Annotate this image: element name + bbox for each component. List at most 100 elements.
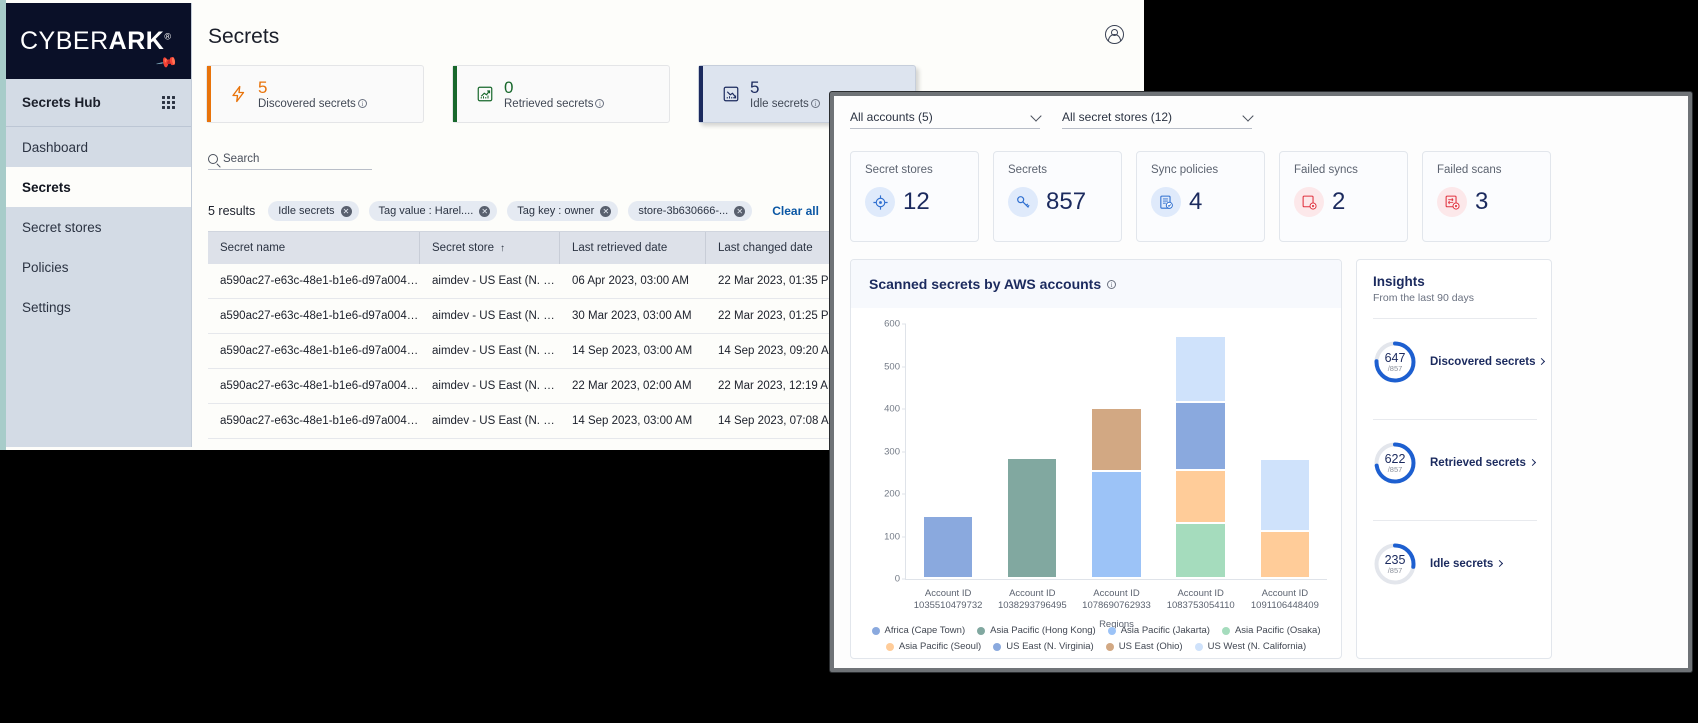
table-row[interactable]: a590ac27-e63c-48e1-b1e6-d97a004eb...aimd… <box>208 264 928 299</box>
cell-last-retrieved: 14 Sep 2023, 03:00 AM <box>560 415 706 427</box>
insight-item[interactable]: 622/857Retrieved secrets <box>1373 420 1551 506</box>
insight-item[interactable]: 647/857Discovered secrets <box>1373 319 1551 405</box>
chart-info-icon[interactable]: i <box>1107 280 1116 289</box>
chart-bar-segment[interactable] <box>1176 471 1224 524</box>
legend-label: US East (Ohio) <box>1119 641 1183 652</box>
insight-value: 235 <box>1385 554 1406 566</box>
dropdown-secret-stores[interactable]: All secret stores (12) <box>1062 110 1252 129</box>
sidebar-item-secrets[interactable]: Secrets <box>6 167 191 207</box>
kpi-card-secret-stores[interactable]: Secret stores12 <box>850 151 979 242</box>
stat-label-text: Idle secrets <box>750 98 809 110</box>
legend-item[interactable]: US West (N. California) <box>1195 641 1307 652</box>
chart-bar-segment[interactable] <box>924 517 972 579</box>
stat-label: Idle secretsi <box>750 98 820 110</box>
chevron-right-icon[interactable] <box>1529 459 1536 466</box>
legend-item[interactable]: Asia Pacific (Jakarta) <box>1108 625 1210 636</box>
legend-swatch <box>993 643 1001 651</box>
table-column-header[interactable]: Last retrieved date <box>560 232 706 264</box>
chevron-right-icon[interactable] <box>1538 358 1545 365</box>
insight-label: Idle secrets <box>1430 558 1493 570</box>
legend-item[interactable]: Asia Pacific (Osaka) <box>1222 625 1321 636</box>
chip-remove-icon[interactable]: ✕ <box>341 206 352 217</box>
search-placeholder: Search <box>223 153 259 165</box>
chart-bar-segment[interactable] <box>1261 532 1309 579</box>
kpi-card-row: Secret stores12Secrets857Sync policies4F… <box>850 151 1551 242</box>
legend-item[interactable]: Asia Pacific (Hong Kong) <box>977 625 1096 636</box>
stat-card-retrieved-secrets[interactable]: 0Retrieved secretsi <box>452 65 670 123</box>
sidebar-item-secret-stores[interactable]: Secret stores <box>6 207 191 247</box>
kpi-card-sync-policies[interactable]: Sync policies4 <box>1136 151 1265 242</box>
stat-card-discovered-secrets[interactable]: 5Discovered secretsi <box>206 65 424 123</box>
insight-label-wrap: Discovered secrets <box>1430 355 1544 369</box>
chart-bar-segment[interactable] <box>1092 472 1140 579</box>
stat-card-row: 5Discovered secretsi0Retrieved secretsi5… <box>206 65 916 123</box>
user-account-icon[interactable] <box>1105 25 1124 44</box>
table-row[interactable]: a590ac27-e63c-48e1-b1e6-d97a004eb...aimd… <box>208 404 928 439</box>
sidebar-nav: Dashboard Secrets Secret stores Policies Set… <box>6 127 191 327</box>
chip-label: store-3b630666-... <box>638 205 728 217</box>
chip-remove-icon[interactable]: ✕ <box>479 206 490 217</box>
filter-chip[interactable]: Tag value : Harel....✕ <box>369 201 498 221</box>
dropdown-accounts[interactable]: All accounts (5) <box>850 110 1040 129</box>
chart-bar-segment[interactable] <box>1008 459 1056 579</box>
chart-bar[interactable] <box>1092 409 1140 579</box>
table-row[interactable]: a590ac27-e63c-48e1-b1e6-d97a004eb...aimd… <box>208 369 928 404</box>
chevron-right-icon[interactable] <box>1496 560 1503 567</box>
chart-plot-area: 0100200300400500600Account ID10355104797… <box>905 324 1327 580</box>
filter-chip[interactable]: store-3b630666-... ✕ <box>628 201 752 221</box>
chart-bar-segment[interactable] <box>1176 337 1224 403</box>
legend-swatch <box>1195 643 1203 651</box>
table-column-header[interactable]: Secret store↑ <box>420 232 560 264</box>
stat-accent-bar <box>699 66 703 122</box>
table-row[interactable]: a590ac27-e63c-48e1-b1e6-d97a004eb...aimd… <box>208 299 928 334</box>
insight-item[interactable]: 235/857Idle secrets <box>1373 521 1551 607</box>
chart-bar-segment[interactable] <box>1261 460 1309 532</box>
sidebar-item-policies[interactable]: Policies <box>6 247 191 287</box>
chart-bar[interactable] <box>1176 337 1224 579</box>
y-axis-tick-mark <box>902 324 906 325</box>
legend-item[interactable]: US East (N. Virginia) <box>993 641 1093 652</box>
target-icon <box>865 187 895 217</box>
chip-remove-icon[interactable]: ✕ <box>734 206 745 217</box>
info-icon[interactable]: i <box>595 99 604 108</box>
cell-secret-store: aimdev - US East (N. Vir... <box>420 275 560 287</box>
stat-body: 0Retrieved secretsi <box>504 79 604 110</box>
chart-bar[interactable] <box>924 517 972 579</box>
filter-chip[interactable]: Tag key : owner✕ <box>507 201 618 221</box>
table-row[interactable]: a590ac27-e63c-48e1-b1e6-d97a004eb...aimd… <box>208 334 928 369</box>
chevron-down-icon[interactable] <box>1030 110 1041 121</box>
sidebar-item-dashboard[interactable]: Dashboard <box>6 127 191 167</box>
kpi-card-failed-scans[interactable]: Failed scans3 <box>1422 151 1551 242</box>
info-icon[interactable]: i <box>358 99 367 108</box>
legend-swatch <box>1108 627 1116 635</box>
cell-secret-name: a590ac27-e63c-48e1-b1e6-d97a004eb... <box>208 310 420 322</box>
search-input[interactable]: Search <box>208 153 372 170</box>
legend-item[interactable]: Asia Pacific (Seoul) <box>886 641 981 652</box>
table-column-header[interactable]: Secret name <box>208 232 420 264</box>
chart-bar[interactable] <box>1008 459 1056 579</box>
kpi-card-failed-syncs[interactable]: Failed syncs2 <box>1279 151 1408 242</box>
app-switcher-grid-icon[interactable] <box>162 96 175 109</box>
insight-label-wrap: Retrieved secrets <box>1430 456 1535 470</box>
kpi-card-secrets[interactable]: Secrets857 <box>993 151 1122 242</box>
info-icon[interactable]: i <box>811 99 820 108</box>
sidebar-item-settings[interactable]: Settings <box>6 287 191 327</box>
filter-chip[interactable]: Idle secrets✕ <box>268 201 358 221</box>
clear-all-button[interactable]: Clear all <box>772 204 819 218</box>
sidebar-item-label: Policies <box>22 260 69 275</box>
secrets-hub-header: Secrets Hub <box>6 79 191 127</box>
chart-bar-segment[interactable] <box>1092 409 1140 472</box>
table-body: a590ac27-e63c-48e1-b1e6-d97a004eb... aimd… <box>208 264 928 439</box>
chart-bar[interactable] <box>1261 460 1309 579</box>
sort-ascending-icon[interactable]: ↑ <box>500 243 505 254</box>
insights-title: Insights <box>1373 274 1551 289</box>
chart-bar-segment[interactable] <box>1176 403 1224 471</box>
stat-body: 5Discovered secretsi <box>258 79 367 110</box>
chart-bar-segment[interactable] <box>1176 524 1224 579</box>
sidebar-item-label: Secrets <box>22 180 71 195</box>
legend-item[interactable]: Africa (Cape Town) <box>872 625 966 636</box>
chip-remove-icon[interactable]: ✕ <box>600 206 611 217</box>
chevron-down-icon[interactable] <box>1242 110 1253 121</box>
legend-item[interactable]: US East (Ohio) <box>1106 641 1183 652</box>
legend-label: Asia Pacific (Seoul) <box>899 641 981 652</box>
